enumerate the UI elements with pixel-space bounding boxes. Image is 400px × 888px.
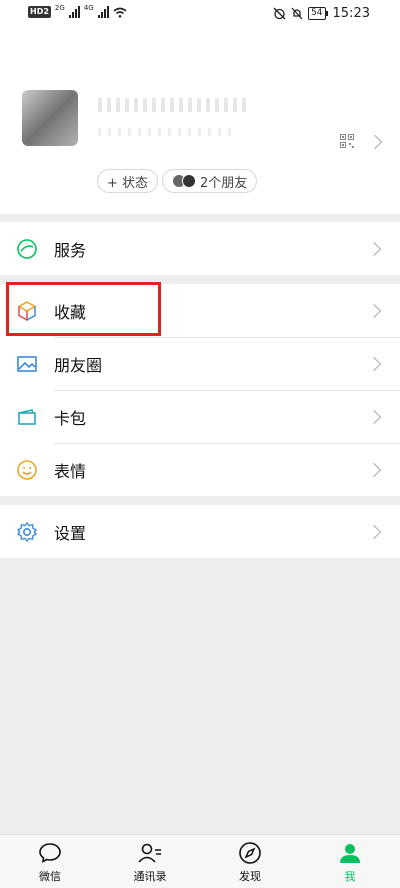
friends-chip-label: 2个朋友 xyxy=(200,175,248,191)
gear-icon xyxy=(16,521,38,543)
status-right: 54 15:23 xyxy=(273,6,370,21)
mute-icon xyxy=(291,7,303,20)
tab-contacts[interactable]: 通讯录 xyxy=(120,841,180,884)
settings-label: 设置 xyxy=(54,523,87,543)
friend-avatar xyxy=(182,174,196,188)
wifi-icon xyxy=(113,7,127,18)
menu-item-moments[interactable]: 朋友圈 xyxy=(0,337,400,390)
hd-text: HD xyxy=(30,7,44,16)
signal-icon-2 xyxy=(97,6,109,18)
profile-header[interactable]: + 状态 2个朋友 xyxy=(0,28,400,214)
tab-label: 我 xyxy=(344,870,356,883)
status-chip-label: + 状态 xyxy=(107,175,149,191)
services-icon xyxy=(17,239,37,259)
person-icon xyxy=(340,844,360,863)
highlight-annotation-box xyxy=(6,282,161,336)
tab-chats[interactable]: 微信 xyxy=(20,841,80,884)
chevron-right-icon xyxy=(366,524,382,540)
settings-group: 设置 xyxy=(0,505,400,558)
moments-image-icon xyxy=(17,356,37,372)
signal-icon xyxy=(68,6,80,18)
bottom-tab-bar: 微信 通讯录 发现 我 xyxy=(0,834,400,888)
chevron-right-icon xyxy=(366,241,382,257)
friends-chip[interactable]: 2个朋友 xyxy=(162,169,258,193)
contacts-icon xyxy=(138,843,161,863)
stickers-label: 表情 xyxy=(54,461,87,481)
services-label: 服务 xyxy=(54,240,87,260)
clock: 15:23 xyxy=(332,6,370,21)
net-2g-label: 2G xyxy=(54,4,65,12)
card-wallet-icon xyxy=(18,409,36,425)
tab-me[interactable]: 我 xyxy=(320,841,380,884)
qr-code-icon[interactable] xyxy=(340,134,354,148)
chevron-right-icon xyxy=(366,462,382,478)
compass-icon xyxy=(239,842,261,864)
tab-label: 通讯录 xyxy=(133,870,167,883)
menu-item-settings[interactable]: 设置 xyxy=(0,505,400,558)
tab-discover[interactable]: 发现 xyxy=(220,841,280,884)
chevron-right-icon xyxy=(366,303,382,319)
cards-label: 卡包 xyxy=(54,408,87,428)
hd-badge: HD2 xyxy=(28,6,51,18)
menu-item-cards[interactable]: 卡包 xyxy=(0,390,400,443)
alarm-off-icon xyxy=(273,7,286,20)
services-group: 服务 xyxy=(0,222,400,275)
moments-label: 朋友圈 xyxy=(54,355,103,375)
avatar[interactable] xyxy=(22,90,78,146)
status-chip[interactable]: + 状态 xyxy=(97,169,159,193)
menu-item-stickers[interactable]: 表情 xyxy=(0,443,400,496)
chevron-right-icon xyxy=(366,356,382,372)
blurred-wechat-id xyxy=(98,128,238,136)
net-4g-label: 4G xyxy=(83,4,94,12)
chevron-right-icon xyxy=(366,409,382,425)
tab-label: 发现 xyxy=(239,870,261,883)
smiley-icon xyxy=(17,460,37,480)
battery-indicator: 54 xyxy=(308,7,329,20)
status-left: HD2 2G 4G xyxy=(28,4,127,18)
menu-item-services[interactable]: 服务 xyxy=(0,222,400,275)
hd-num: 2 xyxy=(43,7,49,16)
blurred-nickname xyxy=(98,98,248,112)
chat-bubble-icon xyxy=(39,843,61,863)
chevron-right-icon xyxy=(367,134,383,150)
tab-label: 微信 xyxy=(39,870,61,883)
status-bar: HD2 2G 4G 54 15:23 xyxy=(0,0,400,28)
